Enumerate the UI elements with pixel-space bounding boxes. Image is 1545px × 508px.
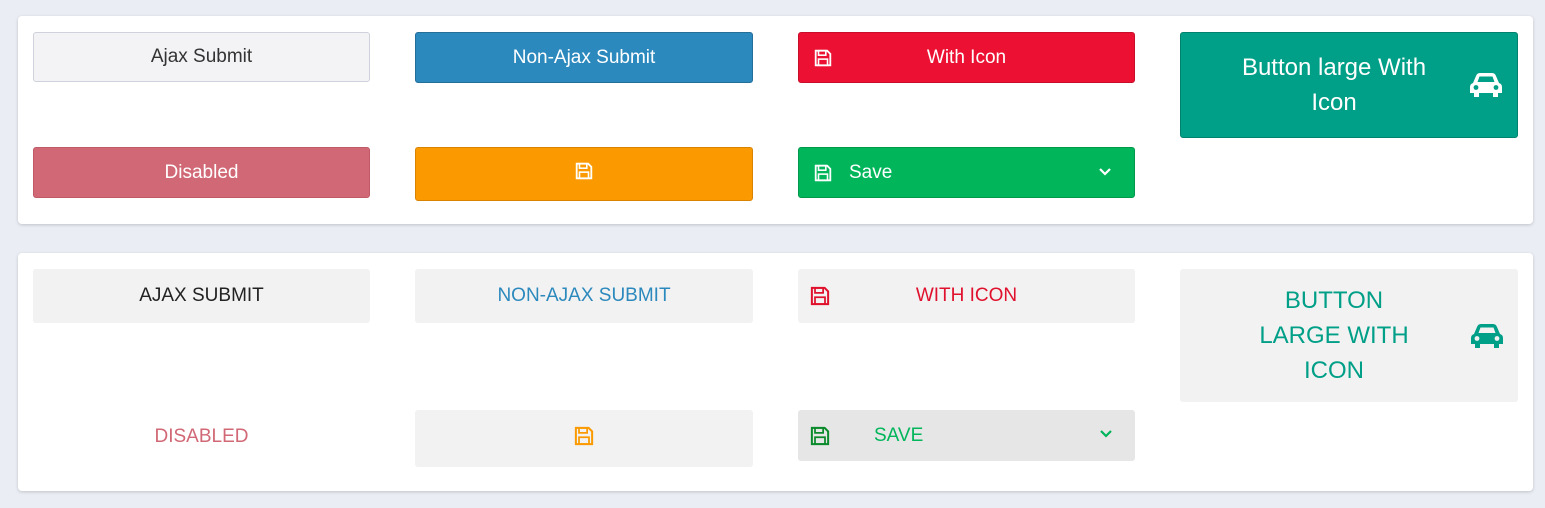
flat-with-icon-label: With Icon	[915, 285, 1018, 306]
with-icon-label: With Icon	[926, 46, 1007, 68]
disabled-button: Disabled	[33, 147, 370, 198]
ajax-submit-label: Ajax Submit	[150, 46, 253, 67]
non-ajax-submit-button[interactable]: Non-Ajax Submit	[415, 32, 753, 83]
chevron-down-icon[interactable]	[1098, 161, 1112, 183]
floppy-disk-icon	[810, 426, 830, 446]
non-ajax-submit-label: Non-Ajax Submit	[512, 46, 656, 68]
floppy-disk-icon	[810, 286, 830, 306]
flat-buttons-panel: Ajax Submit Non-Ajax Submit With Icon Bu…	[18, 253, 1533, 491]
flat-save-label: Save	[874, 424, 924, 446]
flat-disabled-label: Disabled	[154, 426, 249, 447]
save-label: Save	[849, 161, 893, 183]
large-with-icon-button[interactable]: Button large With Icon	[1180, 32, 1518, 138]
car-icon	[1469, 72, 1503, 98]
save-icon-button[interactable]	[415, 147, 753, 201]
flat-save-dropdown-button[interactable]: Save	[798, 410, 1135, 461]
chevron-down-icon[interactable]	[1099, 423, 1113, 445]
disabled-label: Disabled	[164, 161, 239, 183]
flat-save-icon-button[interactable]	[415, 410, 753, 467]
flat-non-ajax-submit-label: Non-Ajax Submit	[497, 285, 671, 306]
large-with-icon-label: Button large With Icon	[1241, 54, 1427, 116]
floppy-disk-icon	[814, 164, 832, 182]
flat-with-icon-button[interactable]: With Icon	[798, 269, 1135, 323]
flat-ajax-submit-button[interactable]: Ajax Submit	[33, 269, 370, 323]
save-dropdown-button[interactable]: Save	[798, 147, 1135, 198]
standard-buttons-panel: Ajax Submit Non-Ajax Submit With Icon Bu…	[18, 16, 1533, 224]
floppy-disk-icon	[575, 162, 593, 186]
floppy-disk-icon	[814, 49, 832, 67]
car-icon	[1470, 323, 1504, 349]
ajax-submit-button[interactable]: Ajax Submit	[33, 32, 370, 82]
flat-large-with-icon-label: Button large With Icon	[1259, 287, 1409, 384]
flat-large-with-icon-button[interactable]: Button large With Icon	[1180, 269, 1518, 402]
with-icon-button[interactable]: With Icon	[798, 32, 1135, 83]
flat-ajax-submit-label: Ajax Submit	[139, 285, 264, 306]
flat-non-ajax-submit-button[interactable]: Non-Ajax Submit	[415, 269, 753, 323]
floppy-disk-icon	[574, 426, 594, 452]
flat-disabled-button: Disabled	[33, 410, 370, 464]
